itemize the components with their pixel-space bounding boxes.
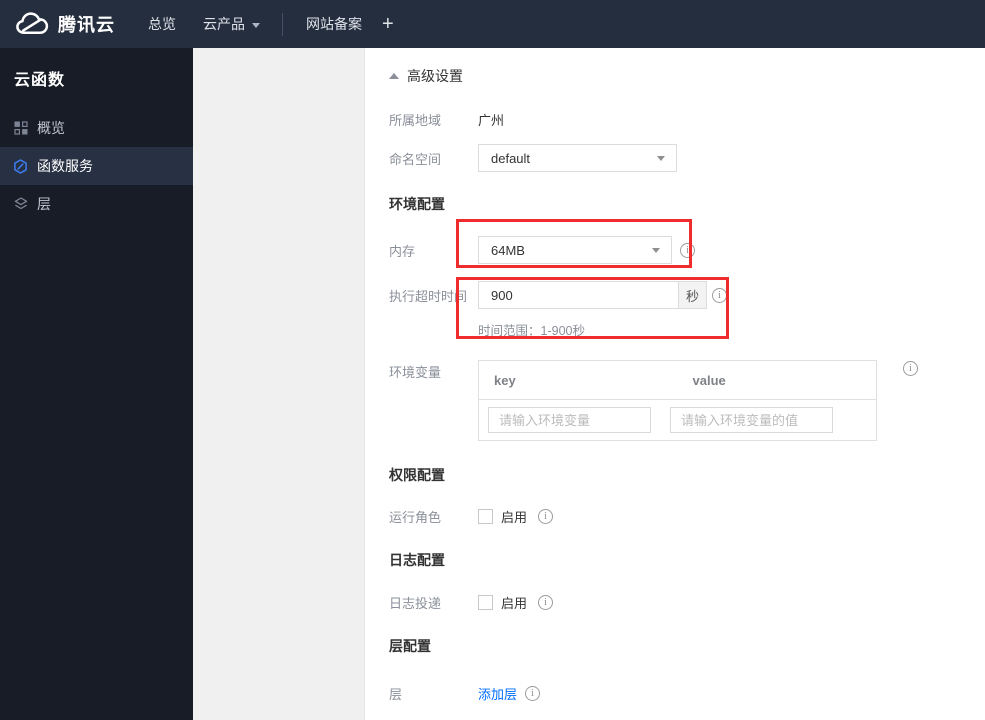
sidebar-item-label: 层 [37,196,51,212]
env-vars-table: key value [478,360,877,441]
nav-item-overview[interactable]: 总览 [148,14,176,34]
function-config-form: 高级设置 所属地域 广州 命名空间 default 环境配置 内存 64MB i [365,48,985,720]
layers-icon [13,197,28,212]
brand-name: 腾讯云 [58,15,115,35]
secondary-panel [193,48,365,720]
namespace-row: 命名空间 default [389,144,677,172]
add-tab-button[interactable]: + [382,14,394,34]
run-role-info-icon[interactable]: i [538,509,554,524]
chevron-down-icon [657,156,665,161]
timeout-label: 执行超时时间 [389,288,468,304]
env-vars-info-icon[interactable]: i [903,361,918,376]
sidebar-item-overview[interactable]: 概览 [0,109,193,147]
memory-row: 内存 64MB i [389,236,695,264]
memory-info-icon[interactable]: i [680,242,695,258]
memory-select[interactable]: 64MB [478,236,672,264]
timeout-input[interactable] [478,281,679,309]
env-vars-label: 环境变量 [389,365,442,380]
namespace-select[interactable]: default [478,144,677,172]
nav-item-icp-filing[interactable]: 网站备案 [306,14,362,34]
log-shipping-label: 日志投递 [389,596,442,611]
layer-row: 层 添加层 i [389,684,541,703]
sidebar-menu: 概览 函数服务 层 [0,109,193,223]
top-nav-menu: 总览 云产品 网站备案 + [115,0,394,48]
chevron-down-icon [252,22,260,28]
layer-config-heading: 层配置 [389,638,431,654]
grid-icon [13,121,28,136]
nav-item-cloud-products[interactable]: 云产品 [203,14,260,34]
sidebar: 云函数 概览 函数服务 层 [0,48,193,720]
env-vars-input-row [479,400,876,440]
timeout-row: 执行超时时间 秒 i [389,281,727,309]
advanced-settings-label: 高级设置 [407,68,463,84]
sidebar-item-label: 概览 [37,120,65,136]
chevron-down-icon [652,248,660,253]
value-column-header: value [692,372,726,388]
timeout-input-group: 秒 [478,281,707,309]
triangle-up-icon [389,73,399,79]
sidebar-item-layers[interactable]: 层 [0,185,193,223]
region-value: 广州 [478,113,505,128]
env-vars-header-row: key value [479,361,876,400]
layer-label: 层 [389,687,403,702]
env-vars-row: 环境变量 key value i [389,360,918,441]
memory-selected-value: 64MB [491,242,525,258]
timeout-unit-addon: 秒 [679,281,707,309]
run-role-row: 运行角色 启用 i [389,507,554,526]
permission-config-heading: 权限配置 [389,467,445,483]
function-hexagon-icon [13,158,28,174]
cloud-logo-icon [16,11,49,34]
topbar-divider [282,12,283,36]
sidebar-item-label: 函数服务 [37,158,93,174]
timeout-range-hint: 时间范围：1-900秒 [478,324,585,338]
key-column-header: key [494,372,516,388]
timeout-info-icon[interactable]: i [712,287,727,303]
sidebar-item-function-service[interactable]: 函数服务 [0,147,193,185]
top-navigation-bar: 腾讯云 总览 云产品 网站备案 + [0,0,985,48]
run-role-label: 运行角色 [389,510,442,525]
sidebar-title: 云函数 [14,72,66,89]
add-layer-link[interactable]: 添加层 [478,684,517,703]
namespace-label: 命名空间 [389,151,442,167]
region-label: 所属地域 [389,113,442,128]
run-role-enable-checkbox[interactable] [478,509,493,524]
log-shipping-row: 日志投递 启用 i [389,593,554,612]
env-config-heading: 环境配置 [389,196,445,212]
advanced-settings-toggle[interactable]: 高级设置 [389,66,463,86]
log-config-heading: 日志配置 [389,552,445,568]
log-shipping-enable-checkbox[interactable] [478,595,493,610]
tencent-cloud-console: 腾讯云 总览 云产品 网站备案 + 云函数 概览 函数服务 层 高级设置 所属地… [0,0,985,720]
env-var-value-input[interactable] [670,407,833,433]
tencent-cloud-logo[interactable]: 腾讯云 [15,11,115,38]
add-layer-info-icon[interactable]: i [525,686,541,701]
log-shipping-info-icon[interactable]: i [538,595,554,610]
region-row: 所属地域 广州 [389,110,504,129]
run-role-enable-label: 启用 [501,510,528,525]
nav-icp-label: 网站备案 [306,16,362,32]
namespace-selected-value: default [491,150,531,166]
env-var-key-input[interactable] [488,407,651,433]
memory-label: 内存 [389,243,416,259]
log-shipping-enable-label: 启用 [501,596,528,611]
nav-overview-label: 总览 [148,16,176,32]
nav-products-label: 云产品 [203,16,245,32]
